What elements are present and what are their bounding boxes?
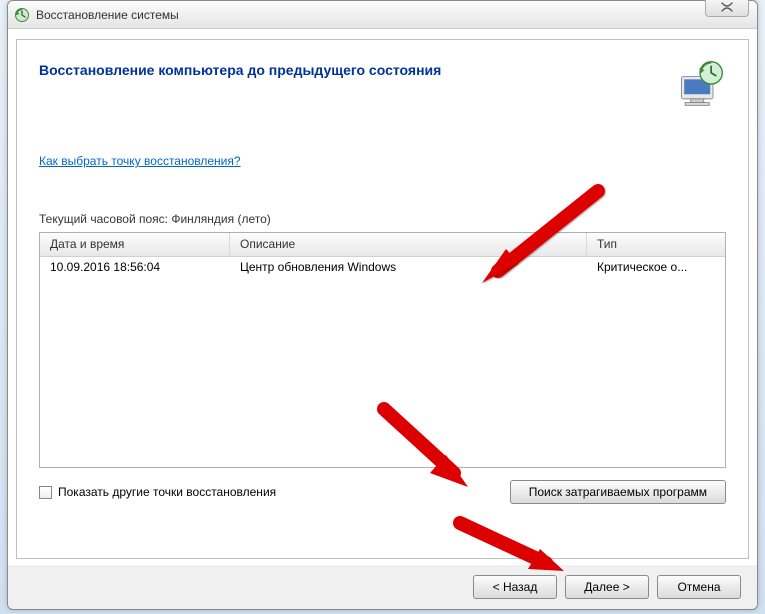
show-more-checkbox[interactable] xyxy=(39,486,52,499)
window-title: Восстановление системы xyxy=(36,8,179,22)
cancel-button[interactable]: Отмена xyxy=(657,575,741,599)
timezone-label: Текущий часовой пояс: Финляндия (лето) xyxy=(39,212,726,226)
column-header-type[interactable]: Тип xyxy=(587,233,725,256)
cell-date: 10.09.2016 18:56:04 xyxy=(40,257,230,279)
dialog-footer: < Назад Далее > Отмена xyxy=(8,565,757,609)
close-button[interactable] xyxy=(705,0,749,17)
next-button[interactable]: Далее > xyxy=(565,575,649,599)
dialog-window: Восстановление системы Восстановление ко… xyxy=(7,0,758,610)
column-header-date[interactable]: Дата и время xyxy=(40,233,230,256)
help-link[interactable]: Как выбрать точку восстановления? xyxy=(39,154,241,168)
column-header-description[interactable]: Описание xyxy=(230,233,587,256)
restore-points-table: Дата и время Описание Тип 10.09.2016 18:… xyxy=(39,232,726,468)
show-more-label: Показать другие точки восстановления xyxy=(58,485,276,499)
restore-title-icon xyxy=(14,7,30,23)
table-header: Дата и время Описание Тип xyxy=(40,233,725,257)
content-panel: Восстановление компьютера до предыдущего… xyxy=(16,39,749,559)
back-button[interactable]: < Назад xyxy=(473,575,557,599)
titlebar: Восстановление системы xyxy=(8,1,757,29)
show-more-checkbox-wrap[interactable]: Показать другие точки восстановления xyxy=(39,485,276,499)
cell-description: Центр обновления Windows xyxy=(230,257,587,279)
cell-type: Критическое о... xyxy=(587,257,725,279)
restore-icon xyxy=(674,58,726,110)
table-row[interactable]: 10.09.2016 18:56:04 Центр обновления Win… xyxy=(40,257,725,279)
scan-affected-button[interactable]: Поиск затрагиваемых программ xyxy=(510,480,726,504)
page-heading: Восстановление компьютера до предыдущего… xyxy=(39,62,441,78)
